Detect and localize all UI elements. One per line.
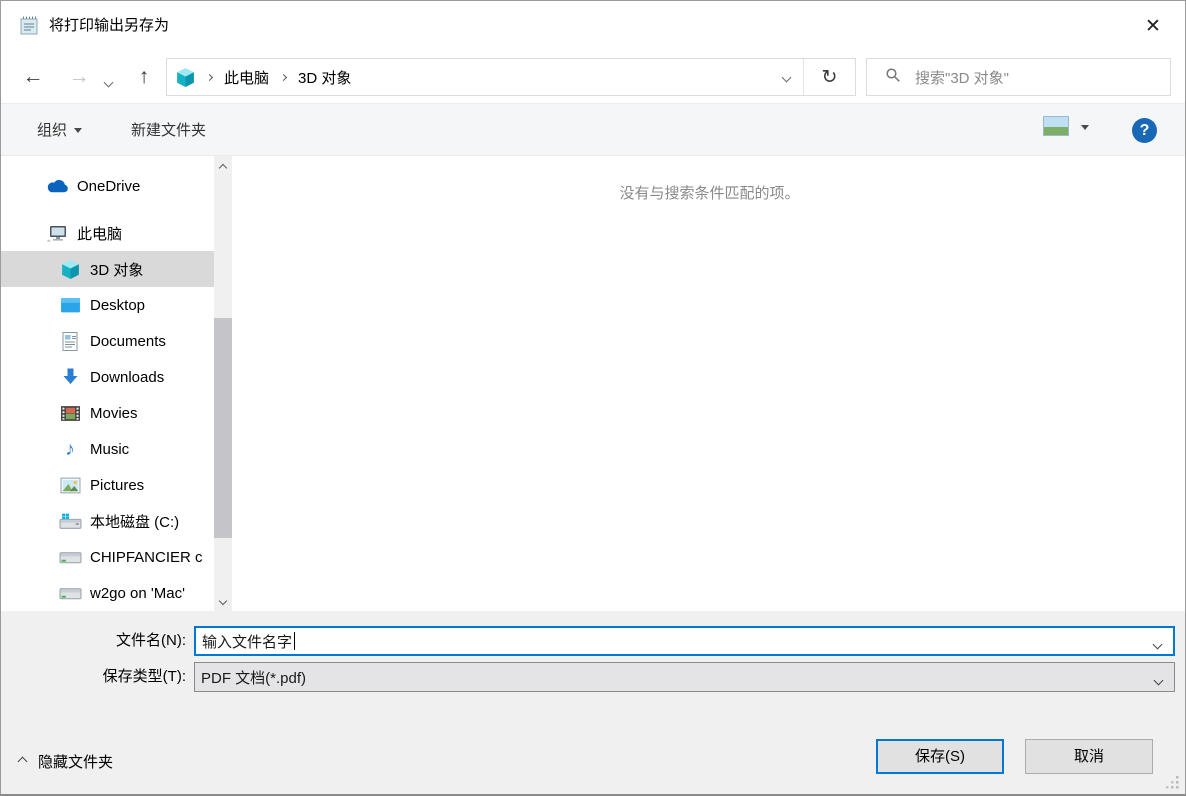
help-icon[interactable]: ?	[1132, 118, 1157, 143]
up-button[interactable]: ↑	[129, 61, 159, 93]
text-caret	[294, 632, 295, 650]
documents-icon	[58, 330, 82, 352]
sidebar-item-w2go[interactable]: w2go on 'Mac'	[1, 575, 214, 611]
hide-folders-label: 隐藏文件夹	[38, 751, 113, 772]
this-pc-icon	[45, 222, 69, 244]
cancel-button[interactable]: 取消	[1025, 739, 1153, 774]
sidebar-item-label: Desktop	[90, 297, 145, 314]
file-list-area: 没有与搜索条件匹配的项。	[234, 156, 1185, 611]
chevron-down-icon	[1155, 671, 1162, 688]
scroll-up-button[interactable]	[214, 156, 232, 173]
address-bar[interactable]: 此电脑 3D 对象 ↻	[166, 58, 856, 96]
breadcrumb-item-this-pc[interactable]: 此电脑	[222, 59, 271, 95]
search-icon	[885, 67, 901, 87]
lower-panel: 文件名(N): 输入文件名字 保存类型(T): PDF 文档(*.pdf) 隐藏…	[1, 611, 1185, 796]
filetype-select[interactable]: PDF 文档(*.pdf)	[194, 662, 1175, 692]
local-disk-icon	[58, 510, 82, 532]
chevron-right-icon	[280, 73, 287, 80]
scroll-down-button[interactable]	[214, 594, 232, 611]
sidebar-item-desktop[interactable]: Desktop	[1, 287, 214, 323]
music-icon: ♪	[58, 438, 82, 460]
sidebar-item-documents[interactable]: Documents	[1, 323, 214, 359]
chevron-down-icon	[781, 72, 791, 82]
filetype-value: PDF 文档(*.pdf)	[201, 667, 306, 688]
chevron-up-icon	[18, 756, 28, 766]
sidebar-item-label: Documents	[90, 333, 166, 350]
save-button[interactable]: 保存(S)	[876, 739, 1004, 774]
drive-icon	[58, 582, 82, 604]
sidebar-item-local-disk-c[interactable]: 本地磁盘 (C:)	[1, 503, 214, 539]
sidebar-scrollbar[interactable]	[214, 156, 232, 611]
forward-button: →	[64, 61, 94, 93]
back-button[interactable]: ←	[18, 61, 48, 93]
resize-grip-icon[interactable]	[1164, 774, 1180, 790]
titlebar: 将打印输出另存为 ✕	[1, 1, 1185, 51]
onedrive-icon	[45, 175, 69, 197]
desktop-icon	[58, 294, 82, 316]
movies-icon	[58, 402, 82, 424]
sidebar-item-onedrive[interactable]: OneDrive	[1, 168, 214, 204]
navigation-bar: ← → ↑ 此电脑 3D 对象 ↻ 搜索"3D 对象"	[1, 51, 1185, 103]
chevron-down-icon	[219, 596, 227, 604]
view-thumbnail-icon	[1043, 116, 1069, 136]
3d-objects-icon	[58, 258, 82, 280]
empty-results-message: 没有与搜索条件匹配的项。	[234, 156, 1185, 203]
3d-objects-icon	[175, 67, 197, 88]
sidebar-item-label: 3D 对象	[90, 259, 143, 280]
organize-button[interactable]: 组织	[37, 104, 82, 155]
filetype-label: 保存类型(T):	[1, 662, 186, 692]
notepad-icon	[17, 14, 41, 38]
drive-icon	[58, 546, 82, 568]
filename-value: 输入文件名字	[202, 631, 292, 652]
chevron-down-icon	[104, 78, 114, 88]
chevron-down-icon[interactable]	[1154, 635, 1161, 652]
close-icon[interactable]: ✕	[1133, 9, 1173, 45]
window-title: 将打印输出另存为	[49, 1, 169, 51]
downloads-icon	[58, 366, 82, 388]
recent-locations-dropdown[interactable]	[105, 73, 112, 90]
scrollbar-thumb[interactable]	[214, 318, 232, 538]
sidebar-item-music[interactable]: ♪ Music	[1, 431, 214, 467]
command-toolbar: 组织 新建文件夹 ?	[1, 103, 1185, 156]
sidebar-item-label: 本地磁盘 (C:)	[90, 511, 179, 532]
sidebar-item-label: Pictures	[90, 477, 144, 494]
dropdown-arrow-icon	[1081, 125, 1089, 130]
new-folder-button[interactable]: 新建文件夹	[131, 104, 206, 155]
sidebar-list: OneDrive 此电脑 3D 对象 Desktop Documents Download…	[1, 156, 214, 611]
pictures-icon	[58, 474, 82, 496]
change-view-button[interactable]	[1043, 116, 1089, 136]
sidebar-item-downloads[interactable]: Downloads	[1, 359, 214, 395]
sidebar-item-this-pc[interactable]: 此电脑	[1, 215, 214, 251]
dropdown-arrow-icon	[74, 128, 82, 133]
search-placeholder: 搜索"3D 对象"	[915, 67, 1009, 88]
sidebar-item-movies[interactable]: Movies	[1, 395, 214, 431]
sidebar-item-3d-objects[interactable]: 3D 对象	[1, 251, 214, 287]
sidebar-item-label: 此电脑	[77, 223, 122, 244]
sidebar-item-label: CHIPFANCIER c	[90, 549, 203, 566]
filename-input[interactable]: 输入文件名字	[194, 626, 1175, 656]
sidebar-item-label: w2go on 'Mac'	[90, 585, 185, 602]
sidebar-item-label: OneDrive	[77, 178, 140, 195]
new-folder-label: 新建文件夹	[131, 119, 206, 140]
organize-label: 组织	[37, 119, 67, 140]
sidebar-item-chipfancier[interactable]: CHIPFANCIER c	[1, 539, 214, 575]
sidebar-item-pictures[interactable]: Pictures	[1, 467, 214, 503]
sidebar-item-label: Downloads	[90, 369, 164, 386]
sidebar-item-label: Movies	[90, 405, 138, 422]
refresh-button[interactable]: ↻	[803, 59, 855, 95]
breadcrumb: 此电脑 3D 对象	[167, 59, 769, 95]
hide-folders-button[interactable]: 隐藏文件夹	[19, 749, 113, 773]
breadcrumb-item-3d-objects[interactable]: 3D 对象	[296, 59, 353, 95]
save-as-dialog: 将打印输出另存为 ✕ ← → ↑ 此电脑 3D 对象 ↻ 搜索"3D 对象" 组织	[0, 0, 1186, 796]
chevron-up-icon	[219, 163, 227, 171]
chevron-right-icon	[206, 73, 213, 80]
address-dropdown-button[interactable]	[769, 59, 803, 95]
sidebar-item-label: Music	[90, 441, 129, 458]
dialog-body: OneDrive 此电脑 3D 对象 Desktop Documents Download…	[1, 156, 1185, 611]
filename-label: 文件名(N):	[1, 626, 186, 656]
search-input[interactable]: 搜索"3D 对象"	[866, 58, 1171, 96]
